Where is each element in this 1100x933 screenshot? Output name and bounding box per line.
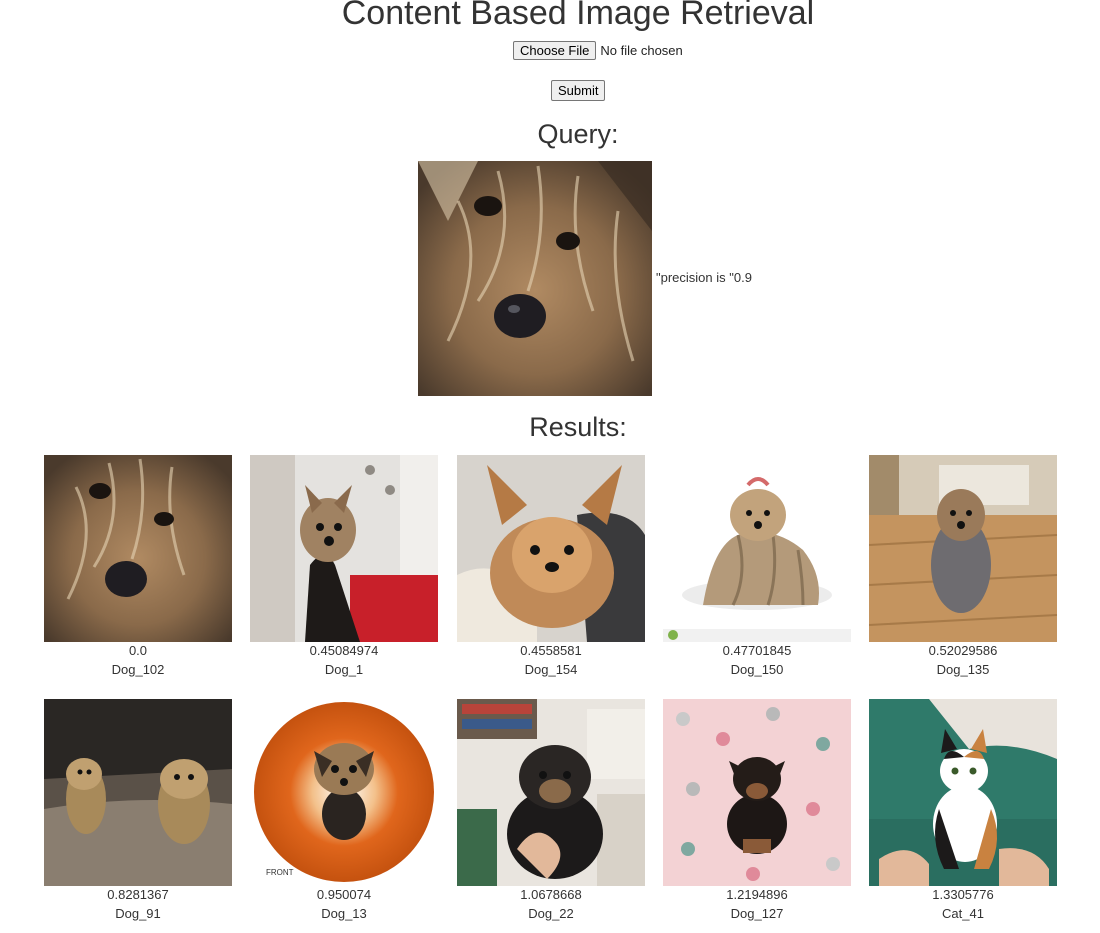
result-item[interactable]: 1.2194896 Dog_127 xyxy=(663,699,851,921)
result-item[interactable]: 1.0678668 Dog_22 xyxy=(457,699,645,921)
result-label: Dog_91 xyxy=(115,906,161,921)
query-heading: Query: xyxy=(537,119,619,149)
result-label: Dog_102 xyxy=(111,662,165,677)
page: Content Based Image Retrieval Choose Fil… xyxy=(0,0,1100,933)
result-score: 0.8281367 xyxy=(107,887,169,902)
result-image-dog-22[interactable] xyxy=(457,699,645,886)
page-title: Content Based Image Retrieval xyxy=(341,0,815,32)
result-image-dog-102[interactable] xyxy=(44,455,232,642)
file-upload-control[interactable]: Choose File No file chosen xyxy=(513,41,683,60)
result-score: 0.45084974 xyxy=(309,643,379,658)
result-image-dog-150[interactable] xyxy=(663,455,851,642)
result-score: 1.3305776 xyxy=(932,887,994,902)
result-label: Dog_127 xyxy=(730,906,784,921)
result-image-dog-135[interactable] xyxy=(869,455,1057,642)
result-image-dog-1[interactable] xyxy=(250,455,438,642)
result-label: Dog_135 xyxy=(936,662,990,677)
result-label: Dog_13 xyxy=(321,906,367,921)
result-score: 0.47701845 xyxy=(722,643,792,658)
results-heading: Results: xyxy=(529,412,627,442)
result-score: 1.0678668 xyxy=(520,887,582,902)
result-item[interactable]: 0.45084974 Dog_1 xyxy=(250,455,438,677)
result-item[interactable]: 0.8281367 Dog_91 xyxy=(44,699,232,921)
result-item[interactable]: 0.47701845 Dog_150 xyxy=(663,455,851,677)
result-item[interactable]: 0.52029586 Dog_135 xyxy=(869,455,1057,677)
result-score: 0.52029586 xyxy=(928,643,998,658)
result-image-dog-91[interactable] xyxy=(44,699,232,886)
result-item[interactable]: 1.3305776 Cat_41 xyxy=(869,699,1057,921)
result-image-dog-13[interactable]: FRONT xyxy=(250,699,438,886)
result-image-dog-127[interactable] xyxy=(663,699,851,886)
file-status-text: No file chosen xyxy=(600,43,683,58)
result-label: Dog_22 xyxy=(528,906,574,921)
result-score: 1.2194896 xyxy=(726,887,788,902)
result-label: Dog_1 xyxy=(324,662,364,677)
result-item[interactable]: 0.4558581 Dog_154 xyxy=(457,455,645,677)
submit-button[interactable]: Submit xyxy=(551,80,606,101)
result-image-cat-41[interactable] xyxy=(869,699,1057,886)
query-image xyxy=(418,161,652,396)
precision-text: "precision is "0.9 xyxy=(656,270,752,285)
result-image-dog-154[interactable] xyxy=(457,455,645,642)
choose-file-button[interactable]: Choose File xyxy=(513,41,597,60)
result-label: Dog_150 xyxy=(730,662,784,677)
result-score: 0.0 xyxy=(128,643,148,658)
result-item[interactable]: FRONT 0.950074 Dog_13 xyxy=(250,699,438,921)
svg-text:FRONT: FRONT xyxy=(266,868,294,877)
result-item[interactable]: 0.0 Dog_102 xyxy=(44,455,232,677)
result-score: 0.950074 xyxy=(316,887,372,902)
result-label: Cat_41 xyxy=(942,906,984,921)
result-label: Dog_154 xyxy=(524,662,578,677)
result-score: 0.4558581 xyxy=(520,643,582,658)
